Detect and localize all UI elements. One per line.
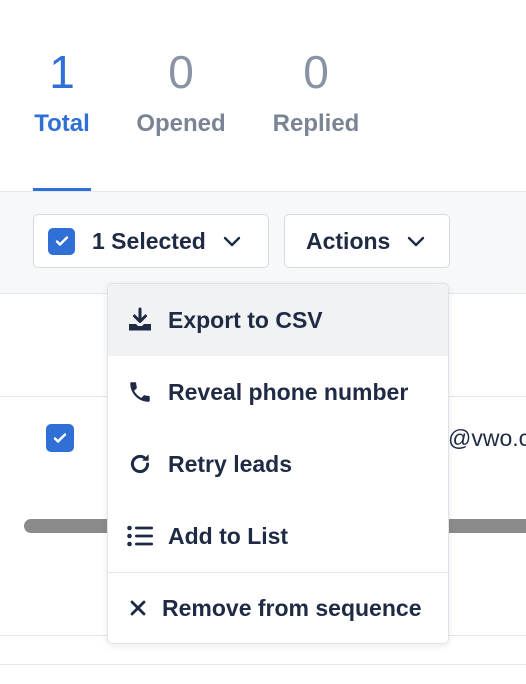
menu-item-add-to-list[interactable]: Add to List <box>108 500 448 572</box>
replied-count: 0 <box>303 46 329 98</box>
select-all-checkbox[interactable] <box>48 227 75 255</box>
phone-icon <box>125 377 155 407</box>
divider <box>0 664 526 665</box>
list-icon <box>125 521 155 551</box>
selected-count-label: 1 Selected <box>92 227 206 254</box>
menu-item-label: Retry leads <box>168 450 293 477</box>
tab-opened[interactable]: 0 Opened <box>136 44 226 138</box>
lead-email: @vwo.co <box>448 425 526 451</box>
menu-item-remove-from-sequence[interactable]: Remove from sequence <box>108 572 448 643</box>
tab-total[interactable]: 1 Total <box>33 44 91 138</box>
checkmark-icon <box>53 433 67 443</box>
retry-icon <box>125 449 155 479</box>
menu-item-label: Export to CSV <box>168 306 323 333</box>
bulk-toolbar: 1 Selected Actions <box>0 192 526 294</box>
menu-item-export-csv[interactable]: Export to CSV <box>108 284 448 356</box>
chevron-down-icon <box>406 234 426 248</box>
menu-item-reveal-phone[interactable]: Reveal phone number <box>108 356 448 428</box>
chevron-down-icon <box>222 234 242 248</box>
actions-menu: Export to CSV Reveal phone number Retry … <box>107 283 449 644</box>
actions-label: Actions <box>306 227 391 254</box>
stats-tabs: 1 Total 0 Opened 0 Replied <box>0 0 526 192</box>
opened-label: Opened <box>136 110 226 137</box>
menu-item-label: Add to List <box>168 522 289 549</box>
replied-label: Replied <box>272 110 360 137</box>
menu-item-label: Remove from sequence <box>162 594 422 621</box>
menu-item-retry-leads[interactable]: Retry leads <box>108 428 448 500</box>
active-tab-underline <box>33 188 91 191</box>
download-icon <box>125 305 155 335</box>
total-count: 1 <box>49 46 75 98</box>
checkmark-icon <box>55 236 68 246</box>
actions-dropdown-button[interactable]: Actions <box>284 214 450 268</box>
close-icon <box>123 593 153 623</box>
menu-item-label: Reveal phone number <box>168 378 409 405</box>
selected-dropdown-button[interactable]: 1 Selected <box>33 214 269 268</box>
row-checkbox[interactable] <box>46 424 74 452</box>
opened-count: 0 <box>168 46 194 98</box>
tab-replied[interactable]: 0 Replied <box>272 44 360 138</box>
total-label: Total <box>34 110 90 137</box>
